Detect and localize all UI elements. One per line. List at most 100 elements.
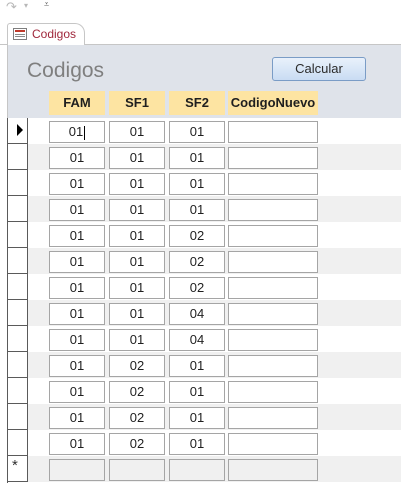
field-value: 04	[189, 332, 205, 347]
field-sf2[interactable]: 01	[169, 355, 225, 377]
field-codigonuevo[interactable]	[228, 407, 318, 429]
field-value: 01	[189, 150, 205, 165]
field-sf1[interactable]: 01	[109, 173, 165, 195]
field-value: 01	[129, 150, 145, 165]
field-sf2[interactable]: 02	[169, 251, 225, 273]
field-codigonuevo[interactable]	[228, 121, 318, 143]
record-selector[interactable]	[8, 326, 28, 352]
record-selector[interactable]	[8, 274, 28, 300]
record-selector[interactable]: *	[8, 456, 28, 482]
field-fam[interactable]: 01	[49, 173, 105, 195]
header-sf2: SF2	[169, 91, 225, 115]
field-fam[interactable]: 01	[49, 407, 105, 429]
field-fam[interactable]: 01	[49, 329, 105, 351]
form-left-border	[7, 45, 8, 118]
field-value: 01	[69, 254, 85, 269]
field-value: 01	[129, 202, 145, 217]
field-sf1[interactable]: 01	[109, 147, 165, 169]
field-value: 01	[189, 358, 205, 373]
field-value: 01	[189, 436, 205, 451]
record-selector[interactable]	[8, 144, 28, 170]
redo-icon[interactable]: ↷	[6, 0, 17, 15]
form-title: Codigos	[27, 59, 105, 82]
field-codigonuevo[interactable]	[228, 329, 318, 351]
field-codigonuevo[interactable]	[228, 173, 318, 195]
record-selector[interactable]	[8, 404, 28, 430]
field-sf1[interactable]: 01	[109, 329, 165, 351]
field-value: 02	[189, 228, 205, 243]
field-sf1[interactable]: 02	[109, 433, 165, 455]
field-fam[interactable]: 01	[49, 225, 105, 247]
field-fam[interactable]: 01	[49, 381, 105, 403]
field-codigonuevo[interactable]	[228, 199, 318, 221]
field-sf1[interactable]: 02	[109, 355, 165, 377]
record-selector[interactable]	[8, 170, 28, 196]
field-value: 01	[129, 176, 145, 191]
field-sf2[interactable]: 01	[169, 173, 225, 195]
record-selector[interactable]	[8, 300, 28, 326]
field-value: 01	[69, 436, 85, 451]
record-selector[interactable]	[8, 118, 28, 144]
field-codigonuevo[interactable]	[228, 433, 318, 455]
field-sf2[interactable]: 04	[169, 303, 225, 325]
field-fam[interactable]: 01	[49, 147, 105, 169]
field-value: 01	[129, 306, 145, 321]
field-sf2[interactable]: 01	[169, 121, 225, 143]
field-codigonuevo[interactable]	[228, 303, 318, 325]
field-codigonuevo[interactable]	[228, 459, 318, 481]
field-sf1[interactable]: 01	[109, 251, 165, 273]
field-fam[interactable]: 01	[49, 303, 105, 325]
field-sf1[interactable]: 02	[109, 407, 165, 429]
field-sf2[interactable]: 01	[169, 381, 225, 403]
field-sf1[interactable]: 01	[109, 303, 165, 325]
record-selector[interactable]	[8, 222, 28, 248]
header-sf1: SF1	[109, 91, 165, 115]
tab-codigos[interactable]: Codigos	[7, 23, 85, 45]
header-fam: FAM	[49, 91, 105, 115]
field-value: 01	[69, 332, 85, 347]
field-value: 02	[189, 254, 205, 269]
field-sf2[interactable]: 02	[169, 277, 225, 299]
field-sf2[interactable]: 01	[169, 433, 225, 455]
field-codigonuevo[interactable]	[228, 355, 318, 377]
record-selector[interactable]	[8, 352, 28, 378]
field-codigonuevo[interactable]	[228, 277, 318, 299]
field-fam[interactable]: 01	[49, 355, 105, 377]
record-selector[interactable]	[8, 248, 28, 274]
field-fam[interactable]	[49, 459, 105, 481]
field-sf1[interactable]: 01	[109, 277, 165, 299]
field-sf1[interactable]	[109, 459, 165, 481]
field-codigonuevo[interactable]	[228, 251, 318, 273]
customize-toolbar-icon[interactable]: ⩡	[44, 0, 49, 9]
field-fam[interactable]: 01	[49, 277, 105, 299]
field-sf1[interactable]: 01	[109, 199, 165, 221]
field-fam[interactable]: 01	[49, 121, 105, 143]
field-fam[interactable]: 01	[49, 251, 105, 273]
field-value: 01	[69, 228, 85, 243]
field-sf1[interactable]: 01	[109, 225, 165, 247]
field-sf2[interactable]: 01	[169, 199, 225, 221]
form-icon	[13, 28, 27, 40]
field-sf2[interactable]: 01	[169, 147, 225, 169]
field-sf2[interactable]: 02	[169, 225, 225, 247]
field-sf2[interactable]: 04	[169, 329, 225, 351]
field-sf2[interactable]	[169, 459, 225, 481]
field-codigonuevo[interactable]	[228, 381, 318, 403]
redo-dropdown-icon[interactable]: ▾	[24, 1, 28, 10]
field-fam[interactable]: 01	[49, 199, 105, 221]
field-fam[interactable]: 01	[49, 433, 105, 455]
field-value: 01	[69, 202, 85, 217]
field-sf1[interactable]: 01	[109, 121, 165, 143]
field-value: 02	[129, 410, 145, 425]
field-sf2[interactable]: 01	[169, 407, 225, 429]
text-cursor	[84, 125, 86, 140]
record-selector[interactable]	[8, 378, 28, 404]
tab-label: Codigos	[32, 27, 77, 41]
field-codigonuevo[interactable]	[228, 225, 318, 247]
record-selector[interactable]	[8, 196, 28, 222]
field-value: 04	[189, 306, 205, 321]
field-sf1[interactable]: 02	[109, 381, 165, 403]
record-selector[interactable]	[8, 430, 28, 456]
calcular-button[interactable]: Calcular	[272, 57, 366, 81]
field-codigonuevo[interactable]	[228, 147, 318, 169]
